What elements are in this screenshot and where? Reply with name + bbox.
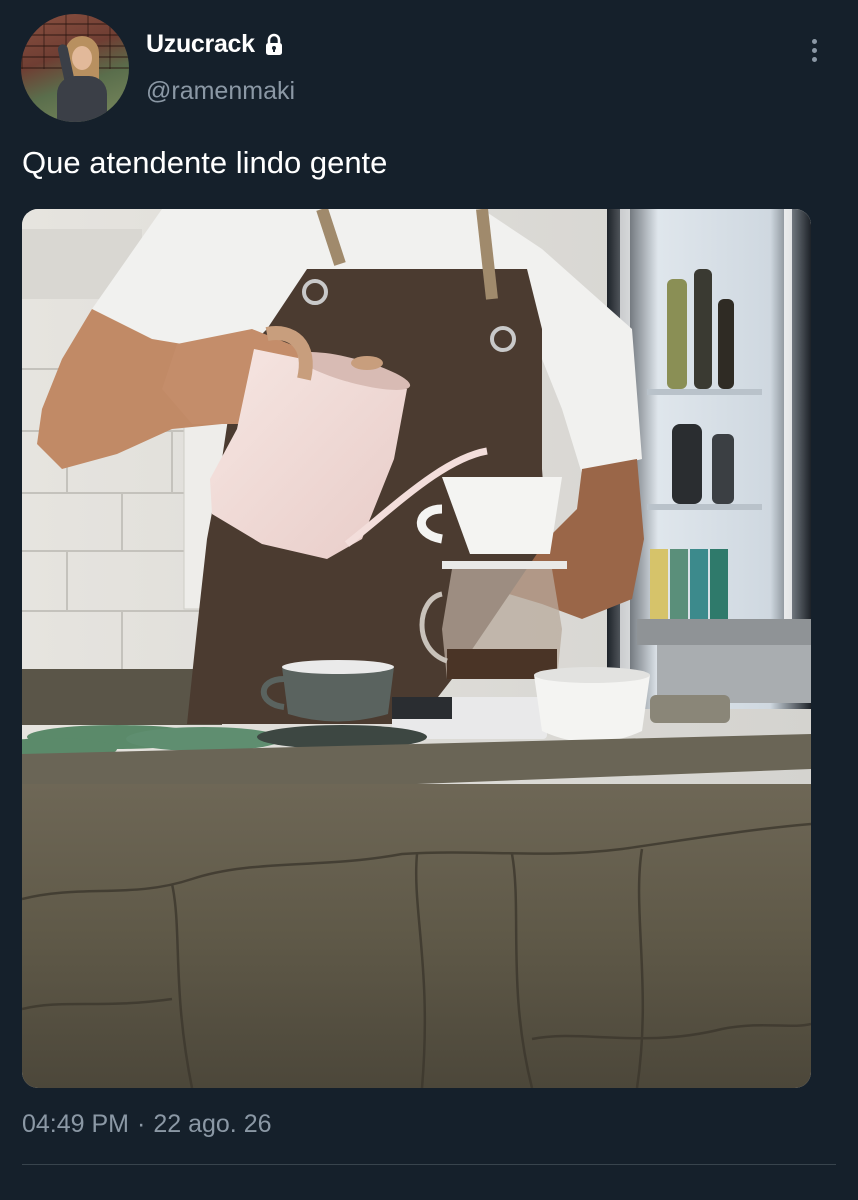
kettle-knob bbox=[351, 356, 383, 370]
tweet-photo[interactable] bbox=[22, 209, 811, 1088]
back-counter bbox=[657, 645, 811, 703]
display-name[interactable]: Uzucrack bbox=[146, 30, 255, 59]
tweet-date: 22 ago. 26 bbox=[153, 1110, 272, 1138]
avatar-face bbox=[72, 46, 92, 70]
ashtray bbox=[650, 695, 730, 723]
username-handle[interactable]: @ramenmaki bbox=[146, 77, 295, 106]
tweet-text: Que atendente lindo gente bbox=[22, 145, 388, 180]
coffee-cup-dark bbox=[282, 667, 394, 722]
timestamp-separator: · bbox=[137, 1110, 146, 1138]
more-dot bbox=[811, 38, 817, 44]
concrete-counter bbox=[22, 784, 811, 1088]
scale-display bbox=[392, 697, 452, 719]
dripper-base bbox=[442, 561, 567, 569]
divider bbox=[22, 1164, 836, 1165]
author-name-row[interactable]: Uzucrack bbox=[146, 30, 286, 59]
fridge-shelf bbox=[647, 389, 762, 395]
more-vertical-icon[interactable] bbox=[800, 33, 828, 67]
fridge-shelf bbox=[647, 504, 762, 510]
more-dot bbox=[811, 56, 817, 62]
avatar[interactable] bbox=[21, 14, 129, 122]
cup-rim bbox=[282, 660, 394, 674]
coffee-cup-white bbox=[534, 675, 650, 743]
fridge-bottles bbox=[667, 269, 734, 504]
lock-icon bbox=[262, 33, 286, 57]
more-dot bbox=[811, 47, 817, 53]
fridge-light bbox=[784, 209, 792, 639]
avatar-coat bbox=[57, 76, 107, 122]
tweet-photo-illustration bbox=[22, 209, 811, 1088]
tweet-time: 04:49 PM bbox=[22, 1110, 130, 1138]
tweet-timestamp[interactable]: 04:49 PM · 22 ago. 26 bbox=[22, 1110, 272, 1139]
back-counter-shelf bbox=[637, 619, 811, 645]
cup-rim bbox=[534, 667, 650, 683]
